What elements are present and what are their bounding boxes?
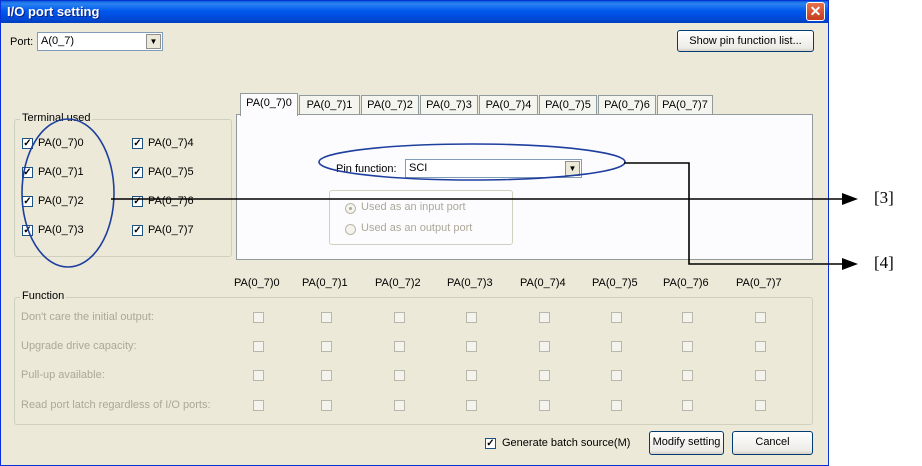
annotation-4: [4] [874, 253, 894, 272]
arrow-right-icon [842, 258, 858, 270]
pin-function-highlight-ellipse [318, 143, 626, 181]
terminal-highlight-ellipse [21, 118, 115, 268]
annotation-overlay [21, 118, 858, 270]
annotation-3: [3] [874, 188, 894, 207]
arrow-right-icon [842, 193, 858, 205]
arrow-4-line [624, 162, 842, 265]
tab-pa-0-7-0[interactable]: PA(0_7)0 [240, 93, 298, 116]
